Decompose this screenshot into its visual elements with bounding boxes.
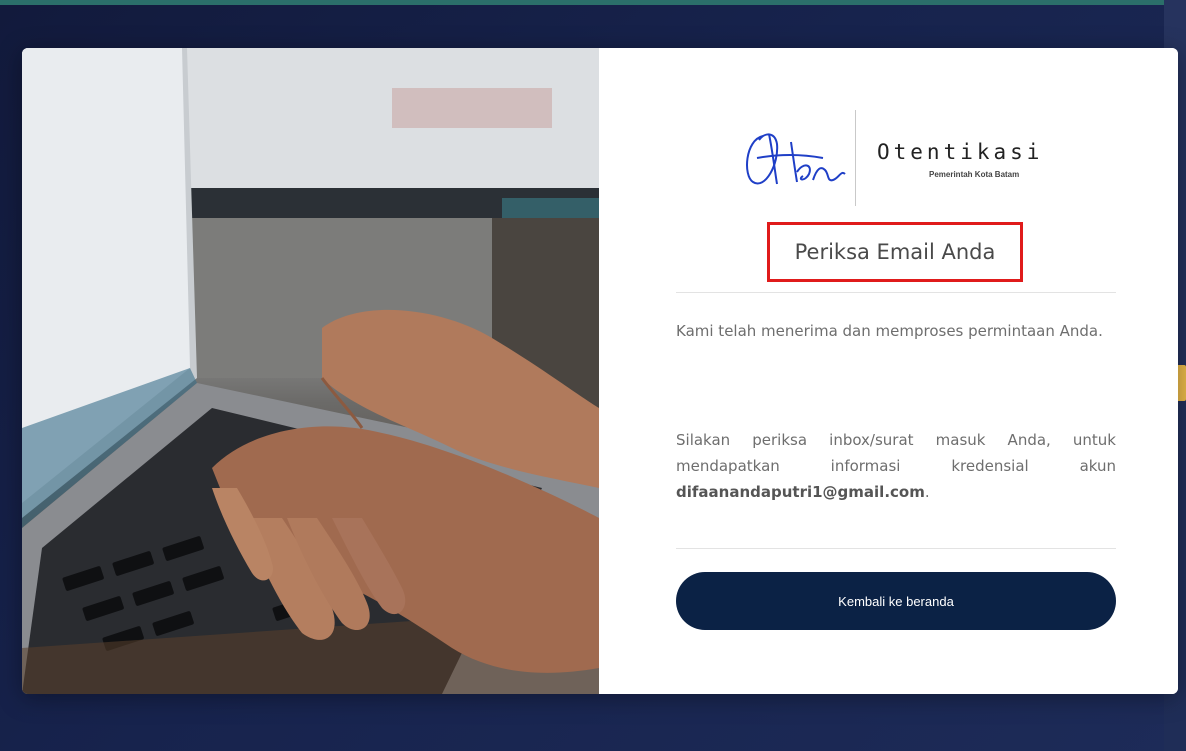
bottom-divider — [676, 548, 1116, 549]
logo-divider — [855, 110, 856, 206]
page-title: Periksa Email Anda — [794, 240, 996, 264]
back-to-home-button[interactable]: Kembali ke beranda — [676, 572, 1116, 630]
photo-illustration — [22, 48, 599, 694]
brand-wordmark: Otentikasi — [877, 140, 1044, 164]
laptop-typing-photo — [22, 48, 599, 694]
title-highlight-box: Periksa Email Anda — [767, 222, 1023, 282]
instruction-text: Silakan periksa inbox/surat masuk Anda, … — [676, 431, 1116, 475]
confirmation-message: Kami telah menerima dan memproses permin… — [676, 322, 1103, 340]
brand-logo: Otentikasi Pemerintah Kota Batam — [739, 110, 1039, 206]
instruction-suffix: . — [924, 483, 930, 501]
top-divider — [676, 292, 1116, 293]
message-panel: Otentikasi Pemerintah Kota Batam Periksa… — [599, 48, 1178, 694]
brand-subtitle: Pemerintah Kota Batam — [929, 170, 1020, 179]
instruction-message: Silakan periksa inbox/surat masuk Anda, … — [676, 427, 1116, 505]
auth-card: Otentikasi Pemerintah Kota Batam Periksa… — [22, 48, 1178, 694]
top-accent-band — [0, 0, 1186, 5]
account-email: difaanandaputri1@gmail.com — [676, 483, 925, 501]
signature-logo-icon — [746, 133, 846, 185]
